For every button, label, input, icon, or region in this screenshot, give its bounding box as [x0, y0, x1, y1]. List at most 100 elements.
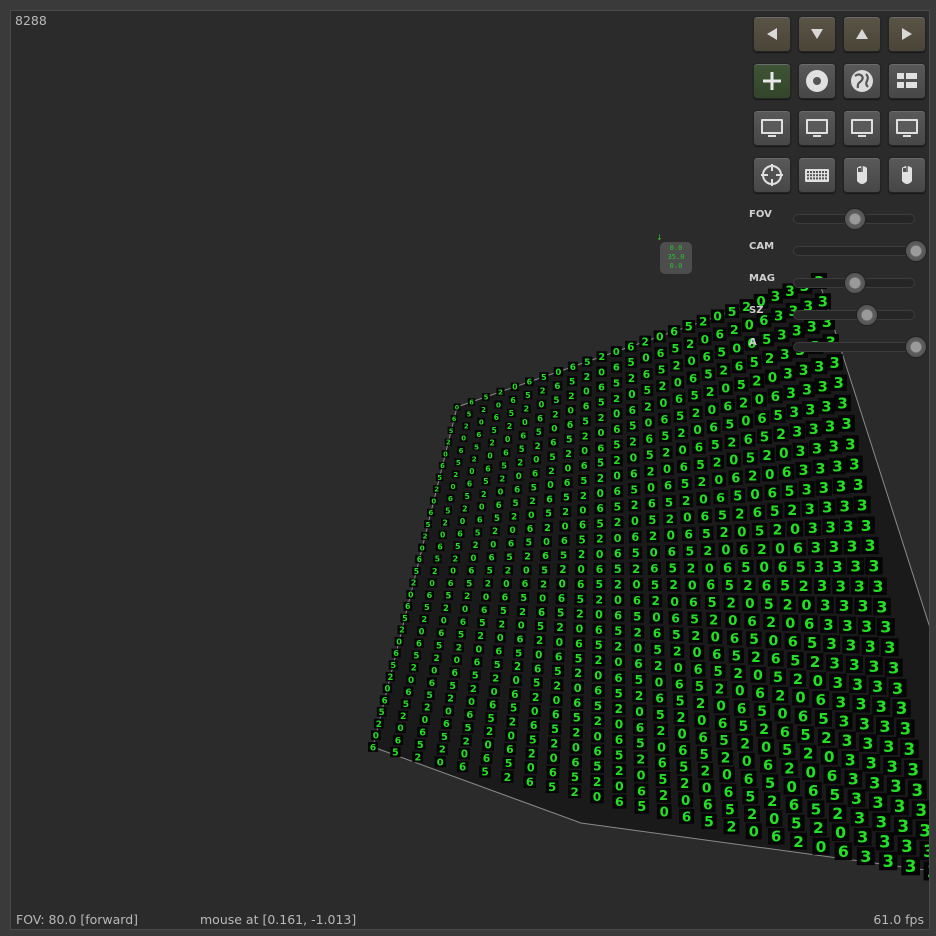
glyph-digit: 6 [428, 508, 433, 517]
glyph-digit: 3 [849, 456, 860, 474]
glyph-digit: 6 [744, 433, 753, 448]
glyph-digit: 0 [716, 699, 725, 715]
monitor-2-button[interactable] [798, 110, 836, 146]
glyph-digit: 2 [439, 745, 446, 756]
glyph-digit: 6 [650, 562, 658, 576]
glyph-digit: 2 [759, 722, 769, 738]
glyph-digit: 3 [832, 674, 843, 692]
glyph-digit: 0 [470, 554, 476, 564]
glyph-digit: 2 [519, 607, 526, 618]
glyph-digit: 2 [598, 352, 605, 363]
glyph-digit: 3 [842, 617, 853, 635]
monitor-3-button[interactable] [843, 110, 881, 146]
glyph-digit: 3 [846, 637, 857, 655]
monitor-4-button[interactable] [888, 110, 926, 146]
glyph-digit: 5 [681, 477, 689, 491]
glyph-digit: 0 [759, 560, 769, 576]
glyph-digit: 2 [615, 763, 624, 778]
glyph-digit: 2 [733, 666, 743, 682]
glyph-digit: 6 [419, 728, 426, 739]
slider-knob[interactable] [844, 208, 866, 230]
crosshair-button[interactable] [753, 157, 791, 193]
glyph-digit: 2 [726, 820, 736, 836]
glyph-digit: 5 [549, 453, 555, 463]
glyph-digit: 2 [387, 672, 393, 682]
glyph-digit: 6 [570, 363, 576, 373]
glyph-digit: 0 [613, 409, 620, 420]
point-cloud-scene[interactable]: 0652065065206206520520333365206526520650… [11, 11, 930, 930]
pan-up-button[interactable] [843, 16, 881, 52]
glyph-digit: 3 [876, 597, 887, 616]
glyph-digit: 6 [558, 593, 565, 605]
glyph-digit: 3 [888, 659, 899, 678]
mouse-right-button[interactable] [888, 157, 926, 193]
glyph-digit: 6 [762, 579, 772, 595]
glyph-digit: 6 [744, 772, 754, 788]
glyph-digit: 3 [845, 435, 856, 453]
glyph-digit: 5 [780, 579, 790, 595]
glyph-digit: 0 [441, 617, 447, 627]
glyph-digit: 6 [614, 547, 622, 560]
glyph-digit: 6 [522, 579, 529, 590]
position-marker[interactable]: 0.0 35.0 0.0 [660, 242, 692, 274]
glyph-digit: 5 [630, 483, 638, 496]
slider-label-cam: CAM [749, 241, 775, 252]
glyph-digit: 3 [836, 478, 846, 496]
glyph-digit: 0 [397, 724, 403, 734]
glyph-digit: 0 [824, 748, 835, 766]
slider-cam[interactable] [793, 240, 927, 262]
glyph-digit: 2 [632, 562, 640, 576]
render-viewport[interactable]: 0652065065206206520520333365206526520650… [10, 10, 930, 930]
glyph-digit: 5 [725, 579, 734, 594]
disc-button[interactable] [798, 63, 836, 99]
glyph-digit: 5 [455, 541, 461, 551]
glyph-digit: 6 [506, 743, 514, 756]
glyph-digit: 3 [872, 793, 883, 812]
glyph-digit: 5 [750, 356, 759, 371]
monitor-icon [806, 119, 828, 137]
slider-sz[interactable] [793, 304, 915, 326]
slider-knob[interactable] [844, 272, 866, 294]
pan-left-button[interactable] [753, 16, 791, 52]
pan-right-button[interactable] [888, 16, 926, 52]
glyph-digit: 0 [420, 543, 425, 552]
glyph-digit: 5 [475, 527, 481, 537]
slider-a[interactable] [793, 336, 927, 358]
glyph-digit: 5 [594, 699, 602, 713]
slider-knob[interactable] [905, 336, 927, 358]
globe-button[interactable] [843, 63, 881, 99]
glyph-digit: 6 [653, 627, 661, 641]
glyph-digit: 0 [528, 510, 534, 521]
glyph-digit: 5 [773, 670, 783, 686]
glyph-digit: 0 [761, 740, 771, 756]
glyph-digit: 5 [466, 579, 472, 589]
glyph-digit: 2 [453, 553, 459, 563]
glyph-digit: 2 [793, 833, 804, 851]
glyph-digit: 0 [835, 823, 846, 842]
glyph-digit: 6 [573, 696, 581, 710]
glyph-digit: 5 [668, 562, 676, 576]
glyph-digit: 2 [649, 529, 657, 543]
keyboard-button[interactable] [798, 157, 836, 193]
glyph-digit: 0 [735, 684, 745, 700]
marker-line: 0.0 [669, 262, 683, 270]
monitor-1-button[interactable] [753, 110, 791, 146]
glyph-digit: 3 [858, 598, 869, 616]
mouse-left-button[interactable] [843, 157, 881, 193]
glyph-digit: 3 [802, 483, 812, 499]
arrow-left-icon [767, 28, 777, 40]
slider-knob[interactable] [905, 240, 927, 262]
glyph-digit: 6 [427, 590, 433, 600]
pan-down-button[interactable] [798, 16, 836, 52]
glyph-digit: 2 [423, 532, 428, 541]
glyph-digit: 2 [740, 737, 750, 753]
glyph-digit: 0 [652, 610, 660, 624]
slider-fov[interactable] [793, 208, 915, 230]
glyph-digit: 0 [765, 467, 774, 483]
glyph-digit: 2 [783, 597, 793, 613]
slider-mag[interactable] [793, 272, 915, 294]
glyph-digit: 2 [775, 688, 785, 704]
fov-status: FOV: 80.0 [forward] [16, 912, 139, 927]
layout-button[interactable] [888, 63, 926, 99]
add-button[interactable] [753, 63, 791, 99]
